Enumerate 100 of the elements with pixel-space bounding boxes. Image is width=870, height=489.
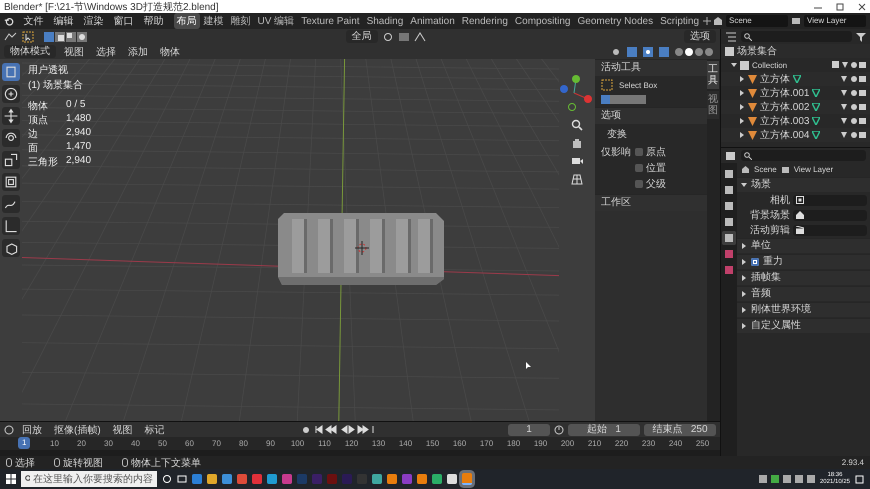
clock-icon[interactable] [4, 424, 14, 434]
taskbar-app-icon[interactable] [192, 474, 202, 484]
transform-tool-icon[interactable] [2, 173, 20, 191]
collapsed-caret-icon[interactable] [739, 118, 745, 124]
move-tool-icon[interactable] [2, 107, 20, 125]
stopwatch-icon[interactable] [554, 424, 564, 434]
tree-item[interactable]: 立方体 [760, 72, 790, 86]
menu-item[interactable]: 编辑 [50, 14, 78, 28]
section-checkbox[interactable] [751, 258, 759, 266]
view-layer-field[interactable]: View Layer [804, 15, 866, 27]
menu-item[interactable]: 帮助 [140, 14, 168, 28]
display-mode-icon[interactable] [725, 32, 737, 42]
select-tool-icon[interactable] [2, 63, 20, 81]
collapsed-caret-icon[interactable] [739, 90, 745, 96]
clip-field[interactable] [793, 224, 867, 236]
timeline-menu[interactable]: 标记 [140, 422, 169, 436]
workspace-tab[interactable]: 布局 [174, 13, 200, 29]
subtract-mode-icon[interactable] [66, 32, 76, 42]
notification-icon[interactable] [855, 474, 864, 484]
menu-item[interactable]: 文件 [20, 14, 48, 28]
workspace-tab[interactable]: Texture Paint [298, 14, 363, 28]
viewport-menu[interactable]: 视图 [60, 44, 88, 58]
xray-icon[interactable] [658, 46, 670, 56]
panel-header[interactable]: 插帧集 [737, 270, 870, 285]
taskbar-app-icon[interactable] [267, 474, 277, 484]
timeline-menu[interactable]: 视图 [108, 422, 137, 436]
option-checkbox[interactable]: 位置 [635, 161, 666, 175]
collapsed-caret-icon[interactable] [739, 76, 745, 82]
select-tool-icon[interactable] [22, 30, 34, 42]
scene-field[interactable]: Scene [726, 15, 788, 27]
selection-modes-icon[interactable] [601, 95, 647, 104]
filter-icon[interactable] [856, 32, 866, 42]
menu-item[interactable]: 窗口 [110, 14, 138, 28]
layers-icon[interactable] [791, 16, 801, 26]
visibility-icons[interactable] [840, 103, 866, 111]
visibility-icons[interactable] [840, 75, 866, 83]
invert-mode-icon[interactable] [77, 32, 87, 42]
end-frame-field[interactable]: 结束点 250 [644, 424, 716, 436]
panel-header[interactable]: 自定义属性 [737, 318, 870, 333]
search-field[interactable] [741, 31, 852, 42]
visibility-icons[interactable] [840, 131, 866, 139]
orientation-dropdown[interactable]: 全局 [346, 30, 378, 43]
taskbar-app-icon[interactable] [282, 474, 292, 484]
shading-modes-icon[interactable] [674, 46, 716, 56]
zoom-icon[interactable] [571, 119, 583, 131]
tree-item[interactable]: 立方体.003 [760, 114, 810, 128]
tree-item[interactable]: 立方体.002 [760, 100, 810, 114]
breadcrumb-item[interactable]: Scene [754, 165, 777, 174]
timeline-menu[interactable]: 抠像(插帧) [50, 422, 105, 436]
cursor-tool-icon[interactable] [2, 85, 20, 103]
rotate-tool-icon[interactable] [2, 129, 20, 147]
close-icon[interactable] [858, 2, 866, 10]
viewport-menu[interactable]: 添加 [124, 44, 152, 58]
visibility-icons[interactable] [840, 117, 866, 125]
option-checkbox[interactable]: 父级 [635, 177, 666, 191]
panel-header[interactable]: 刚体世界环境 [737, 302, 870, 317]
breadcrumb-item[interactable]: View Layer [794, 165, 834, 174]
properties-tab-icon[interactable] [722, 183, 736, 197]
workspace-tab[interactable]: UV 编辑 [254, 13, 298, 29]
workspace-tab[interactable]: Animation [407, 14, 458, 28]
tree-item[interactable]: Collection [752, 60, 788, 70]
taskbar-app-icon[interactable] [417, 474, 427, 484]
panel-header[interactable]: 音频 [737, 286, 870, 301]
properties-tab-icon[interactable] [722, 231, 736, 245]
grid-icon[interactable] [571, 173, 583, 185]
taskbar-app-icon[interactable] [207, 474, 217, 484]
menu-item[interactable]: 渲染 [80, 14, 108, 28]
task-view-icon[interactable] [177, 474, 187, 484]
properties-tab-icon[interactable] [722, 215, 736, 229]
taskbar-app-icon[interactable] [447, 474, 457, 484]
workspace-tab[interactable]: 雕刻 [228, 13, 254, 29]
app-logo-icon[interactable] [4, 15, 14, 27]
gizmo-icon[interactable] [626, 46, 638, 56]
collapsed-caret-icon[interactable] [739, 104, 745, 110]
tree-item[interactable]: 立方体.004 [760, 128, 810, 142]
search-field[interactable] [741, 150, 866, 161]
workspace-tab[interactable]: Scripting [657, 14, 702, 28]
playback-controls-icon[interactable] [315, 425, 376, 434]
snap-icon[interactable] [398, 32, 410, 42]
playhead[interactable]: 1 [18, 437, 30, 449]
taskbar-app-icon[interactable] [432, 474, 442, 484]
proportional-edit-icon[interactable] [414, 32, 426, 42]
start-frame-field[interactable]: 起始 1 [568, 424, 640, 436]
scene-field[interactable] [793, 210, 867, 220]
tree-item[interactable]: 场景集合 [737, 44, 777, 58]
properties-tab-icon[interactable] [722, 167, 736, 181]
panel-header[interactable]: 场景 [737, 177, 870, 192]
taskbar-app-icon[interactable] [222, 474, 232, 484]
camera-field[interactable] [793, 194, 867, 206]
editor-type-icon[interactable] [725, 150, 737, 160]
sidebar-tab[interactable]: 工具 [707, 61, 719, 89]
taskbar-app-icon[interactable] [387, 474, 397, 484]
extend-mode-icon[interactable] [55, 32, 65, 42]
options-dropdown[interactable]: 选项 [684, 30, 716, 43]
workspace-tab[interactable]: Shading [364, 14, 406, 28]
workspace-tab[interactable]: Geometry Nodes [574, 14, 656, 28]
tree-item[interactable]: 立方体.001 [760, 86, 810, 100]
timeline-menu[interactable]: 回放 [18, 422, 46, 436]
current-frame-field[interactable]: 1 [508, 424, 550, 436]
panel-header[interactable]: 单位 [737, 238, 870, 253]
